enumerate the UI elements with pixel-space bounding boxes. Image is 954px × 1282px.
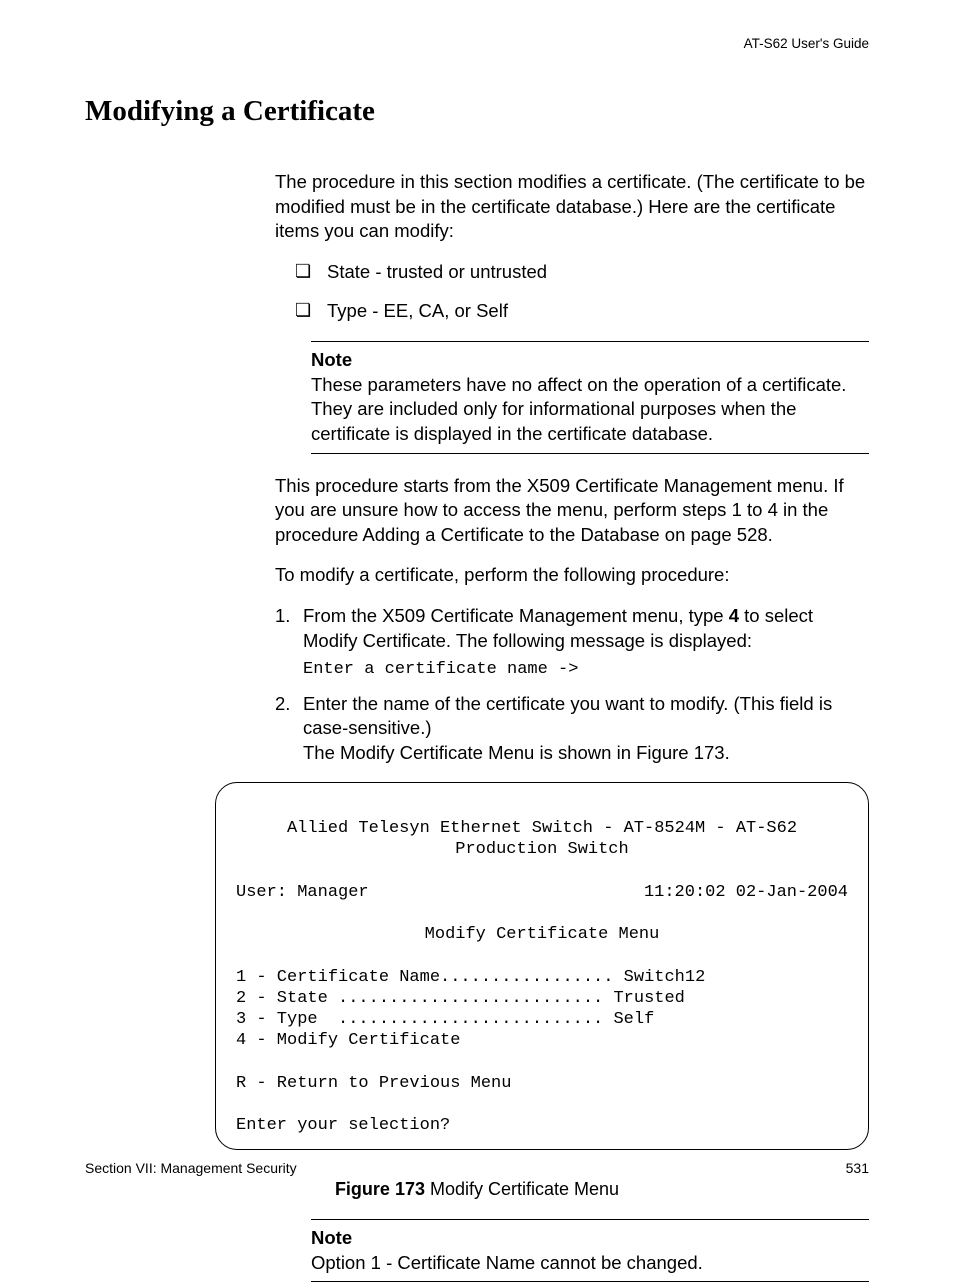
terminal-prompt: Enter your selection? [236,1116,450,1135]
terminal-subtitle: Production Switch [236,839,848,860]
terminal-user: User: Manager [236,882,369,903]
terminal-menu-title: Modify Certificate Menu [236,924,848,945]
step-number: 2. [275,692,290,717]
body-paragraph: This procedure starts from the X509 Cert… [275,474,869,548]
list-item: Type - EE, CA, or Self [295,299,869,324]
terminal-prompt-text: Enter a certificate name -> [303,659,869,682]
note-text: Option 1 - Certificate Name cannot be ch… [311,1252,703,1273]
note-box: Note These parameters have no affect on … [311,341,869,453]
step-text: From the X509 Certificate Management men… [303,605,729,626]
body-paragraph: To modify a certificate, perform the fol… [275,563,869,588]
figure-title: Modify Certificate Menu [425,1179,619,1199]
procedure-steps: 1. From the X509 Certificate Management … [275,604,869,766]
modifiable-items-list: State - trusted or untrusted Type - EE, … [295,260,869,323]
note-text: These parameters have no affect on the o… [311,374,846,444]
terminal-option: 3 - Type .......................... Self [236,1010,654,1029]
figure-caption: Figure 173 Modify Certificate Menu [85,1178,869,1201]
document-header: AT-S62 User's Guide [85,35,869,53]
page-footer: Section VII: Management Security 531 [85,1159,869,1177]
terminal-option: R - Return to Previous Menu [236,1074,511,1093]
figure-label: Figure 173 [335,1179,425,1199]
terminal-screen: Allied Telesyn Ethernet Switch - AT-8524… [215,782,869,1150]
terminal-option: 4 - Modify Certificate [236,1031,460,1050]
note-label: Note [311,348,869,373]
footer-page-number: 531 [846,1159,869,1177]
terminal-title: Allied Telesyn Ethernet Switch - AT-8524… [236,818,848,839]
step-number: 1. [275,604,290,629]
note-box: Note Option 1 - Certificate Name cannot … [311,1219,869,1282]
terminal-option: 1 - Certificate Name................. Sw… [236,968,705,987]
step-item: 2. Enter the name of the certificate you… [275,692,869,766]
step-text: Enter the name of the certificate you wa… [303,693,832,739]
terminal-option: 2 - State .......................... Tru… [236,989,685,1008]
step-item: 1. From the X509 Certificate Management … [275,604,869,682]
step-bold: 4 [729,605,739,626]
step-follow-text: The Modify Certificate Menu is shown in … [303,741,869,766]
list-item: State - trusted or untrusted [295,260,869,285]
terminal-timestamp: 11:20:02 02-Jan-2004 [644,882,848,903]
page-title: Modifying a Certificate [85,93,869,131]
note-label: Note [311,1226,869,1251]
footer-section: Section VII: Management Security [85,1159,297,1177]
intro-paragraph: The procedure in this section modifies a… [275,170,869,244]
